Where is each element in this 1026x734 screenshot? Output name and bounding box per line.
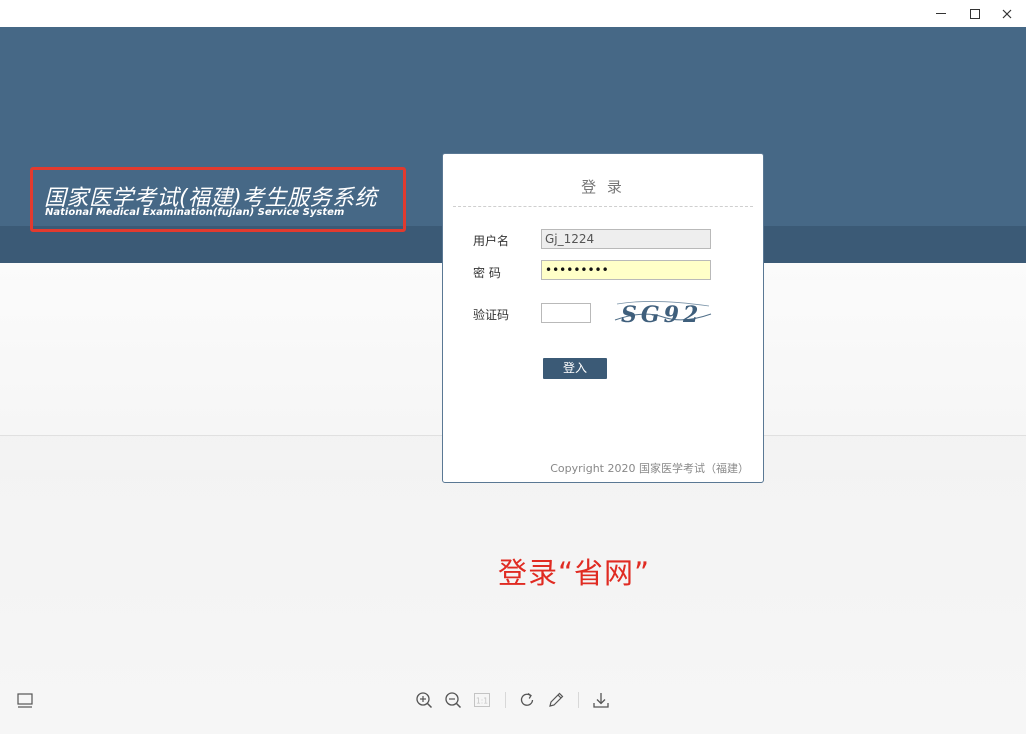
page-viewport: 国家医学考试(福建)考生服务系统 National Medical Examin…	[0, 27, 1026, 734]
zoom-in-icon[interactable]	[414, 690, 434, 710]
captcha-input[interactable]	[541, 303, 591, 323]
copyright-text: Copyright 2020 国家医学考试（福建）	[550, 462, 749, 475]
toolbar-separator	[578, 692, 579, 708]
username-label: 用户名	[473, 234, 510, 248]
captcha-label: 验证码	[473, 308, 510, 322]
username-input[interactable]	[541, 229, 711, 249]
actual-size-icon: 1:1	[472, 690, 492, 710]
zoom-out-icon[interactable]	[443, 690, 463, 710]
annotation-text: 登录“省网”	[498, 556, 651, 590]
minimize-button[interactable]	[924, 0, 958, 27]
captcha-text: SG92	[621, 302, 702, 328]
toolbar-separator	[505, 692, 506, 708]
edit-icon[interactable]	[546, 690, 566, 710]
login-card: 登 录 用户名 密 码 ••••••••• 验证码 SG92 登入 Copyri…	[442, 153, 764, 483]
download-icon[interactable]	[591, 690, 611, 710]
close-button[interactable]	[990, 0, 1024, 27]
layout-icon[interactable]	[16, 692, 34, 710]
password-label: 密 码	[473, 266, 501, 280]
close-icon	[1002, 9, 1012, 18]
window-titlebar	[0, 0, 1026, 27]
maximize-icon	[970, 8, 980, 19]
password-input[interactable]: •••••••••	[541, 260, 711, 280]
site-subtitle: National Medical Examination(fujian) Ser…	[45, 207, 345, 218]
login-heading: 登 录	[453, 176, 753, 207]
minimize-icon	[936, 13, 946, 14]
rotate-icon[interactable]	[517, 690, 537, 710]
actual-size-label: 1:1	[476, 697, 488, 706]
captcha-image[interactable]: SG92	[613, 290, 713, 332]
login-button[interactable]: 登入	[543, 358, 607, 379]
maximize-button[interactable]	[958, 0, 992, 27]
